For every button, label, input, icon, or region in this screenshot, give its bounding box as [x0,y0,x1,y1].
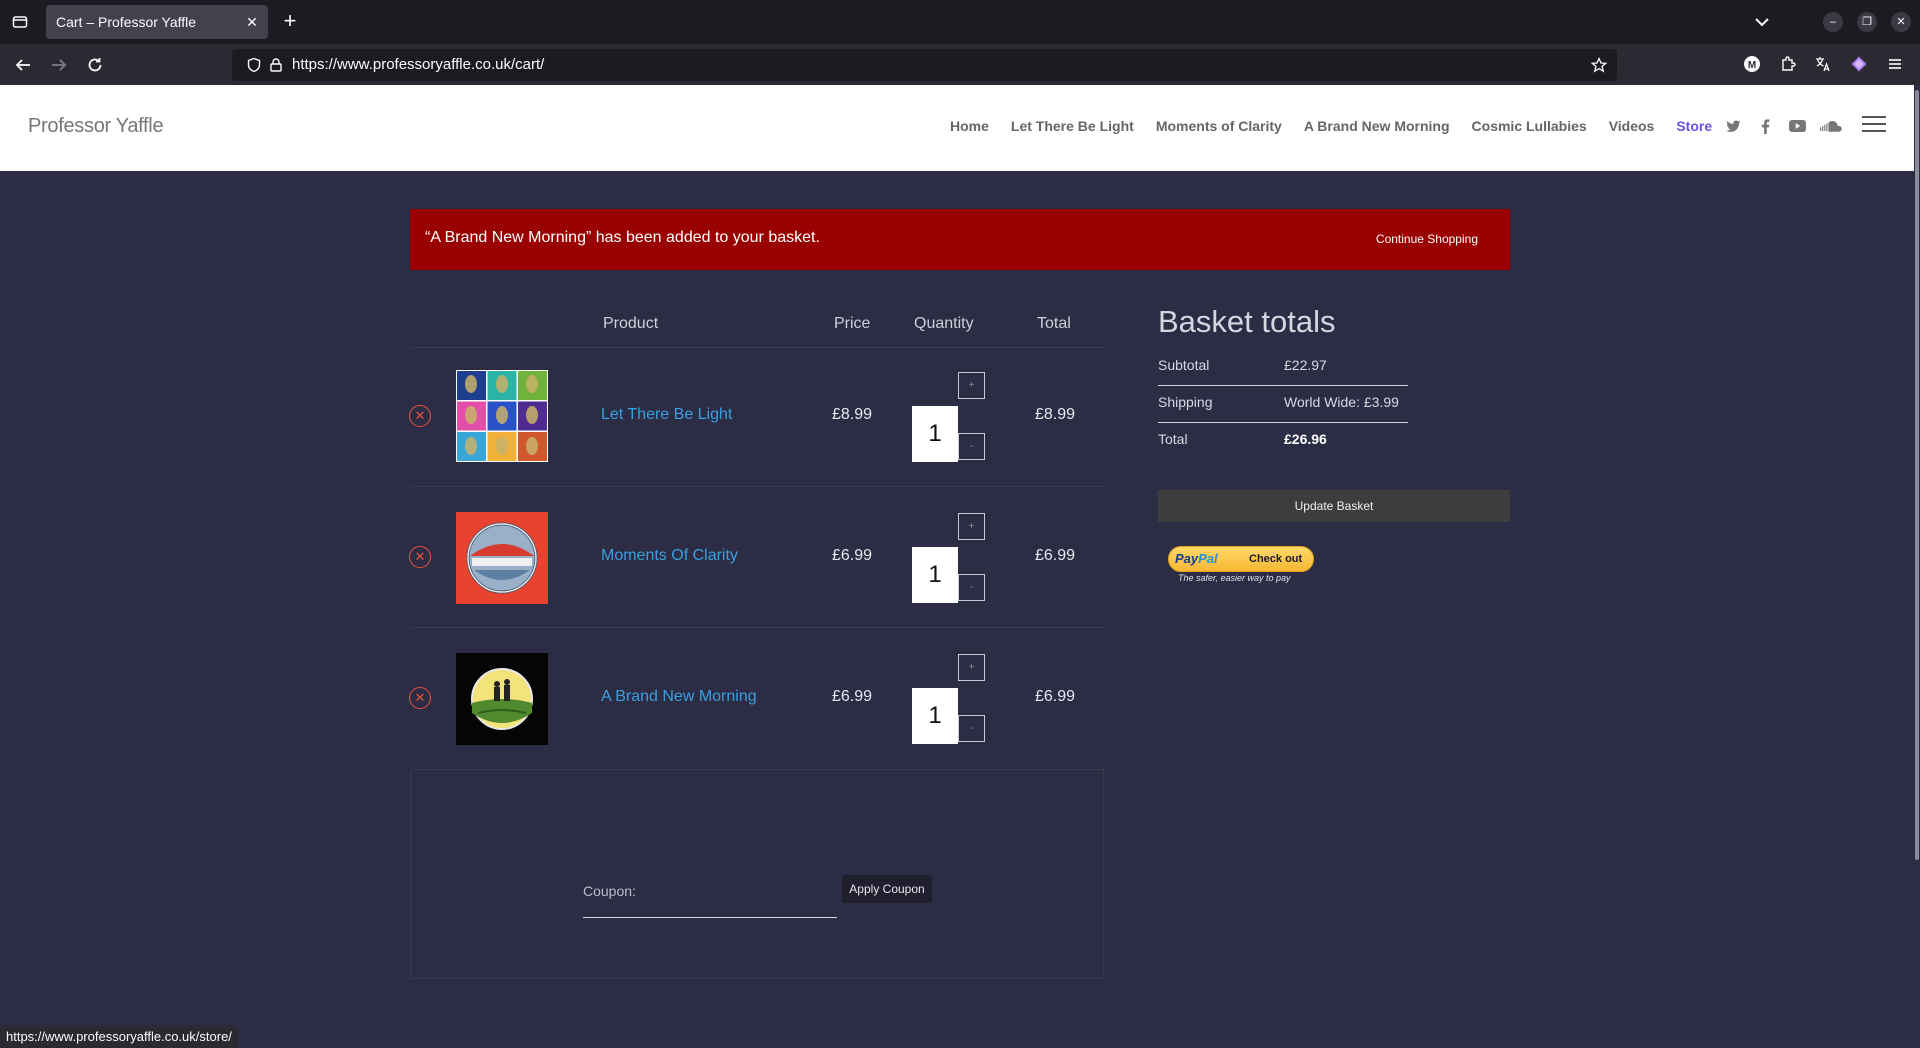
basket-totals-title: Basket totals [1158,304,1336,339]
twitter-icon[interactable] [1724,117,1742,135]
header-price: Price [834,315,871,332]
soundcloud-icon[interactable] [1820,117,1842,135]
main-menu: Home Let There Be Light Moments of Clari… [950,118,1712,134]
shipping-label: Shipping [1158,394,1213,410]
menu-item-videos[interactable]: Videos [1609,118,1655,134]
browser-nav-bar: https://www.professoryaffle.co.uk/cart/ … [0,44,1920,85]
table-divider [410,627,1104,628]
coupon-label: Coupon: [583,883,636,899]
remove-item-icon[interactable]: ✕ [409,546,431,568]
quantity-increase-button[interactable]: + [958,654,985,681]
browser-tab-bar: Cart – Professor Yaffle ✕ + – ❐ ✕ [0,0,1920,44]
product-link[interactable]: Moments Of Clarity [601,547,738,565]
gem-icon[interactable] [1848,53,1870,75]
puzzle-icon[interactable] [1777,53,1799,75]
product-link[interactable]: A Brand New Morning [601,688,757,706]
paypal-checkout-label: Check out [1249,553,1303,565]
new-tab-icon[interactable]: + [278,10,302,34]
totals-divider [1158,422,1408,423]
header-quantity: Quantity [914,315,974,332]
coupon-section [410,769,1104,979]
quantity-increase-button[interactable]: + [958,372,985,399]
product-link[interactable]: Let There Be Light [601,406,732,424]
social-links [1724,117,1842,135]
item-total: £8.99 [1035,406,1076,423]
url-text: https://www.professoryaffle.co.uk/cart/ [292,56,545,73]
header-total: Total [1037,315,1071,332]
continue-shopping-button[interactable]: Continue Shopping [1376,232,1478,246]
status-bar-url: https://www.professoryaffle.co.uk/store/ [0,1026,238,1048]
quantity-input[interactable]: 1 [912,547,958,603]
quantity-decrease-button[interactable]: - [958,574,985,601]
paypal-logo-pay: Pay [1175,551,1199,566]
cart-notice: “A Brand New Morning” has been added to … [410,209,1510,270]
restore-icon[interactable]: ❐ [1857,12,1877,32]
tab-close-icon[interactable]: ✕ [244,5,260,39]
site-header: Professor Yaffle Home Let There Be Light… [0,85,1914,171]
subtotal-label: Subtotal [1158,357,1210,373]
app-menu-icon[interactable] [1884,53,1906,75]
total-label: Total [1158,431,1188,447]
apply-coupon-button[interactable]: Apply Coupon [842,875,932,903]
quantity-decrease-button[interactable]: - [958,715,985,742]
total-value: £26.96 [1284,431,1327,447]
menu-item-a-brand-new-morning[interactable]: A Brand New Morning [1304,118,1450,134]
item-total: £6.99 [1035,547,1076,564]
coupon-input[interactable] [640,877,836,905]
minimize-icon[interactable]: – [1823,12,1843,32]
scrollbar-thumb[interactable] [1915,90,1919,860]
paypal-logo-pal: Pal [1198,551,1218,566]
shield-icon[interactable] [246,57,262,73]
subtotal-value: £22.97 [1284,357,1327,373]
m-extension-icon[interactable]: M [1741,53,1763,75]
item-total: £6.99 [1035,688,1076,705]
coupon-underline [583,917,837,918]
quantity-input[interactable]: 1 [912,688,958,744]
chevron-down-icon[interactable] [1750,10,1774,34]
album-art-moments-of-clarity[interactable] [456,512,548,604]
reload-icon[interactable] [82,52,108,78]
menu-item-let-there-be-light[interactable]: Let There Be Light [1011,118,1134,134]
menu-item-home[interactable]: Home [950,118,989,134]
quantity-input[interactable]: 1 [912,406,958,462]
table-divider [410,347,1104,348]
totals-divider [1158,385,1408,386]
translate-icon[interactable] [1812,53,1834,75]
menu-item-moments-of-clarity[interactable]: Moments of Clarity [1156,118,1282,134]
item-price: £8.99 [832,406,873,423]
close-window-icon[interactable]: ✕ [1891,12,1911,32]
album-art-let-there-be-light[interactable] [456,370,548,462]
paypal-tagline: The safer, easier way to pay [1178,573,1291,583]
forward-icon[interactable] [46,52,72,78]
tab-title: Cart – Professor Yaffle [56,14,197,30]
header-product: Product [603,315,659,332]
shipping-value: World Wide: £3.99 [1284,394,1399,410]
paypal-checkout-button[interactable]: PayPal Check out [1168,546,1314,572]
lock-icon[interactable] [268,57,284,73]
notice-message: “A Brand New Morning” has been added to … [425,229,820,246]
quantity-increase-button[interactable]: + [958,513,985,540]
menu-item-cosmic-lullabies[interactable]: Cosmic Lullabies [1472,118,1587,134]
quantity-decrease-button[interactable]: - [958,433,985,460]
back-icon[interactable] [10,52,36,78]
item-price: £6.99 [832,688,873,705]
facebook-icon[interactable] [1756,117,1774,135]
table-divider [410,486,1104,487]
remove-item-icon[interactable]: ✕ [409,405,431,427]
browser-tab[interactable]: Cart – Professor Yaffle ✕ [46,5,268,39]
paypal-logo: PayPal [1175,551,1218,566]
album-art-a-brand-new-morning[interactable] [456,653,548,745]
tab-list-icon[interactable] [8,10,32,34]
remove-item-icon[interactable]: ✕ [409,687,431,709]
youtube-icon[interactable] [1788,117,1806,135]
menu-item-store[interactable]: Store [1676,118,1712,134]
svg-text:M: M [1748,60,1756,71]
site-logo[interactable]: Professor Yaffle [28,115,164,138]
url-bar[interactable]: https://www.professoryaffle.co.uk/cart/ [232,49,1617,81]
update-basket-button[interactable]: Update Basket [1158,490,1510,522]
item-price: £6.99 [832,547,873,564]
bookmark-star-icon[interactable] [1591,57,1607,73]
hamburger-menu-icon[interactable] [1862,116,1886,134]
